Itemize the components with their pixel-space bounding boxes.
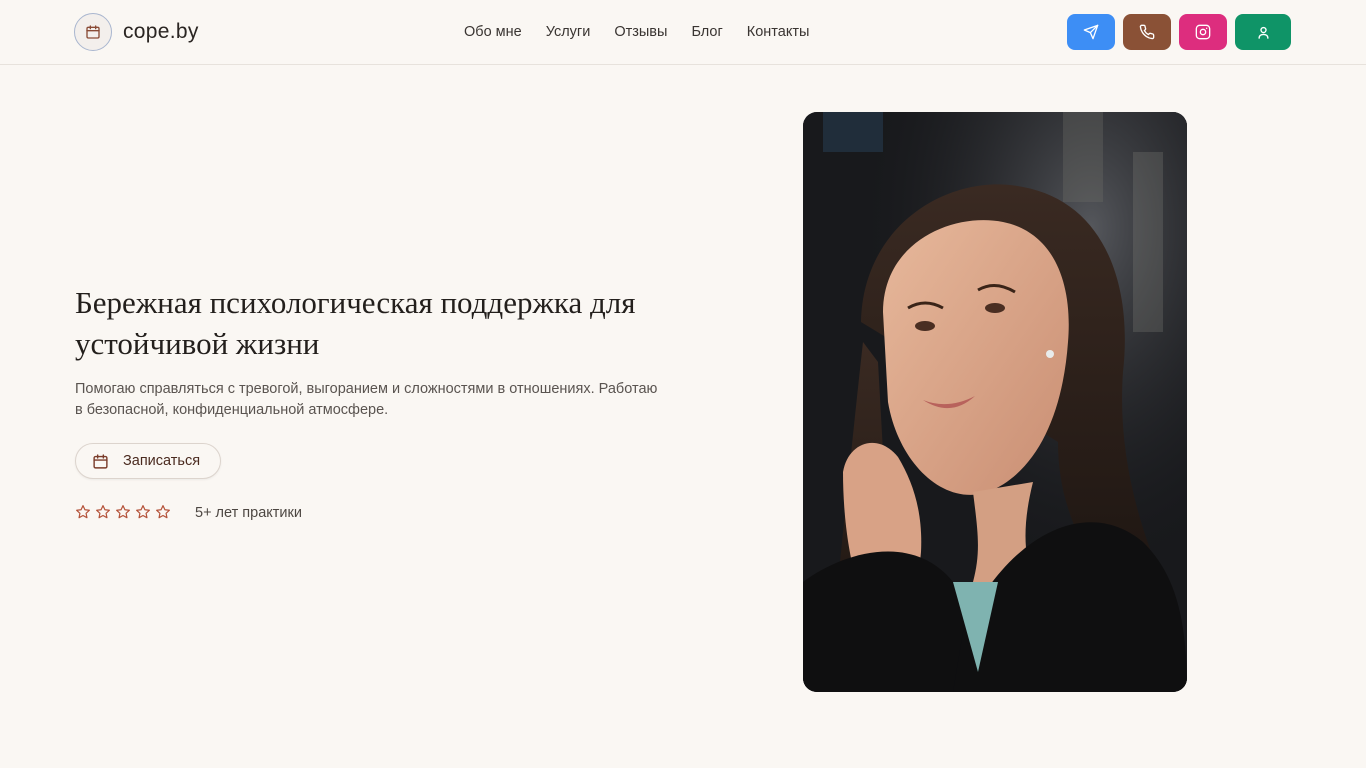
instagram-icon	[1195, 24, 1211, 40]
hero-title: Бережная психологическая поддержка для у…	[75, 285, 636, 361]
user-icon	[1257, 26, 1269, 39]
rating-stars	[75, 504, 175, 520]
logo[interactable]: cope.by	[74, 13, 199, 51]
contact-buttons	[1067, 14, 1291, 50]
star-icon	[136, 505, 150, 519]
nav-item-services[interactable]: Услуги	[546, 22, 591, 42]
nav-item-contacts[interactable]: Контакты	[747, 22, 810, 42]
nav-item-reviews[interactable]: Отзывы	[614, 22, 667, 42]
star-icon	[76, 505, 90, 519]
account-button[interactable]	[1235, 14, 1291, 50]
star-icon	[156, 505, 170, 519]
main-nav: Обо мне Услуги Отзывы Блог Контакты	[464, 22, 809, 42]
book-button[interactable]: Записаться	[75, 443, 221, 479]
phone-icon	[1139, 24, 1155, 40]
telegram-button[interactable]	[1067, 14, 1115, 50]
logo-text: cope.by	[123, 20, 199, 43]
experience-label: 5+ лет практики	[195, 505, 302, 521]
nav-item-blog[interactable]: Блог	[691, 22, 722, 42]
instagram-button[interactable]	[1179, 14, 1227, 50]
nav-item-about[interactable]: Обо мне	[464, 22, 522, 42]
calendar-icon	[93, 453, 108, 469]
site-header: cope.by Обо мне Услуги Отзывы Блог Конта…	[0, 0, 1366, 65]
star-icon	[116, 505, 130, 519]
portrait-photo	[803, 112, 1187, 692]
logo-calendar-icon	[74, 13, 112, 51]
telegram-icon	[1083, 24, 1099, 40]
book-button-label: Записаться	[123, 453, 201, 469]
hero-subtitle: Помогаю справляться с тревогой, выгорани…	[75, 381, 658, 418]
star-icon	[96, 505, 110, 519]
phone-button[interactable]	[1123, 14, 1171, 50]
